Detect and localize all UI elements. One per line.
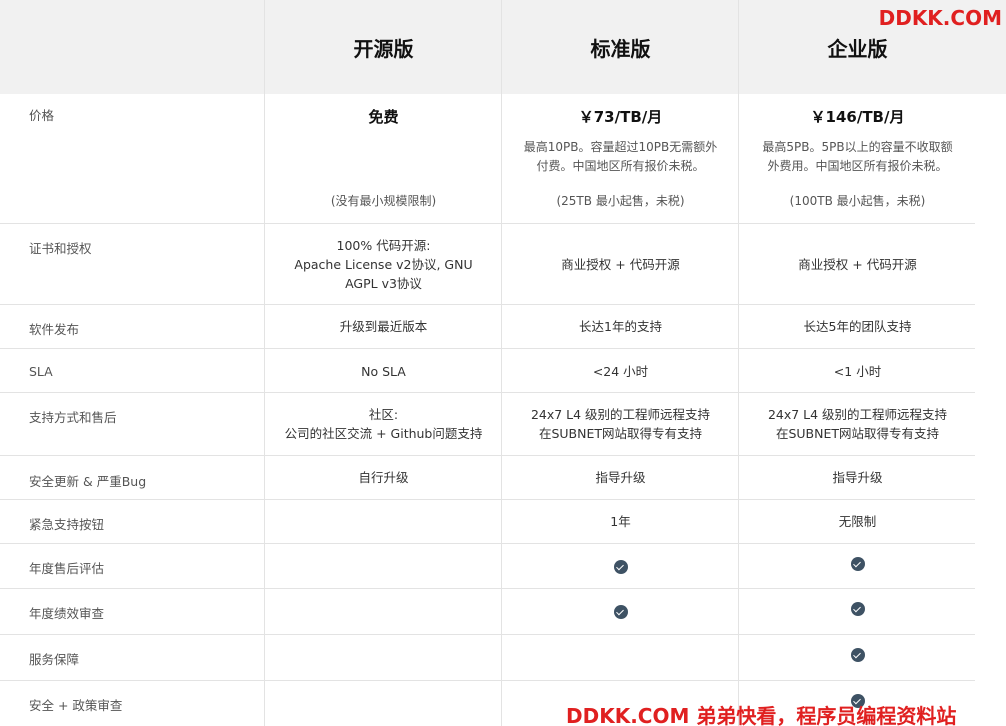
license-enterprise: 商业授权 + 代码开源 [798, 257, 917, 272]
row-divider [0, 634, 975, 635]
price-enterprise-desc: 最高5PB。5PB以上的容量不收取额 外费用。中国地区所有报价未税。 [739, 138, 976, 176]
price-enterprise-value: ￥146/TB/月 [810, 108, 905, 126]
support-enterprise-line: 24x7 L4 级别的工程师远程支持 [767, 407, 948, 422]
row-divider [0, 499, 975, 500]
support-open: 社区: 公司的社区交流 + Github问题支持 [265, 405, 502, 443]
row-label-emergency: 紧急支持按钮 [29, 517, 105, 532]
license-open-line: 100% 代码开源: [336, 238, 431, 253]
emergency-standard: 1年 [610, 514, 631, 529]
row-divider [0, 223, 975, 224]
license-open: 100% 代码开源: Apache License v2协议, GNU AGPL… [265, 236, 502, 293]
price-standard: ￥73/TB/月 [502, 108, 739, 127]
row-label-performance: 年度绩效审查 [29, 606, 105, 621]
row-label-policy: 安全 + 政策审查 [29, 698, 123, 713]
license-open-line: AGPL v3协议 [345, 276, 422, 291]
row-label-support: 支持方式和售后 [29, 410, 117, 425]
support-open-line: 公司的社区交流 + Github问题支持 [284, 426, 483, 441]
annual-review-standard [502, 560, 739, 579]
row-label-license: 证书和授权 [29, 241, 92, 256]
license-open-line: Apache License v2协议, GNU [294, 257, 473, 272]
row-label-price: 价格 [29, 108, 55, 123]
row-label-sla: SLA [29, 364, 53, 379]
release-standard: 长达1年的支持 [579, 319, 662, 334]
security-standard: 指导升级 [595, 470, 646, 485]
price-open-note: (没有最小规模限制) [330, 194, 437, 208]
row-divider [0, 392, 975, 393]
security-enterprise: 指导升级 [832, 470, 883, 485]
performance-standard [502, 605, 739, 624]
watermark-top: DDKK.COM [878, 6, 1002, 30]
support-enterprise: 24x7 L4 级别的工程师远程支持 在SUBNET网站取得专有支持 [739, 405, 976, 443]
annual-review-enterprise [739, 557, 976, 576]
price-enterprise: ￥146/TB/月 [739, 108, 976, 127]
row-label-guarantee: 服务保障 [29, 652, 80, 667]
price-open-value: 免费 [368, 108, 399, 126]
row-divider [0, 543, 975, 544]
check-circle-icon [850, 648, 865, 662]
performance-enterprise [739, 602, 976, 621]
price-standard-value: ￥73/TB/月 [578, 108, 663, 126]
row-divider [0, 348, 975, 349]
check-circle-icon [850, 602, 865, 616]
license-standard: 商业授权 + 代码开源 [561, 257, 680, 272]
price-enterprise-desc-line: 外费用。中国地区所有报价未税。 [767, 159, 948, 173]
price-enterprise-desc-line: 最高5PB。5PB以上的容量不收取额 [762, 140, 953, 154]
check-circle-icon [613, 560, 628, 574]
support-standard-line: 24x7 L4 级别的工程师远程支持 [530, 407, 711, 422]
security-open: 自行升级 [358, 470, 409, 485]
plan-standard-title: 标准版 [590, 36, 651, 61]
row-divider [0, 588, 975, 589]
plan-open-title: 开源版 [353, 36, 414, 61]
price-standard-desc: 最高10PB。容量超过10PB无需额外 付费。中国地区所有报价未税。 [502, 138, 739, 176]
check-circle-icon [850, 557, 865, 571]
price-standard-desc-line: 付费。中国地区所有报价未税。 [536, 159, 705, 173]
price-enterprise-note: (100TB 最小起售，未税) [789, 194, 926, 208]
support-open-line: 社区: [368, 407, 399, 422]
row-divider [0, 680, 975, 681]
price-standard-note: (25TB 最小起售，未税) [556, 194, 685, 208]
row-divider [0, 304, 975, 305]
support-standard-line: 在SUBNET网站取得专有支持 [538, 426, 703, 441]
watermark-bottom: DDKK.COM 弟弟快看，程序员编程资料站 [566, 704, 957, 726]
row-divider [0, 455, 975, 456]
row-label-annual-review: 年度售后评估 [29, 561, 105, 576]
price-open: 免费 [265, 108, 502, 127]
sla-enterprise: <1 小时 [833, 364, 882, 379]
support-standard: 24x7 L4 级别的工程师远程支持 在SUBNET网站取得专有支持 [502, 405, 739, 443]
guarantee-enterprise [739, 648, 976, 667]
row-label-security: 安全更新 & 严重Bug [29, 474, 147, 489]
emergency-enterprise: 无限制 [838, 514, 877, 529]
sla-standard: <24 小时 [592, 364, 649, 379]
sla-open: No SLA [361, 364, 406, 379]
release-open: 升级到最近版本 [339, 319, 428, 334]
check-circle-icon [613, 605, 628, 619]
release-enterprise: 长达5年的团队支持 [803, 319, 912, 334]
support-enterprise-line: 在SUBNET网站取得专有支持 [775, 426, 940, 441]
price-standard-desc-line: 最高10PB。容量超过10PB无需额外 [523, 140, 718, 154]
table-header: 开源版 标准版 企业版 [0, 0, 1006, 94]
row-label-release: 软件发布 [29, 322, 80, 337]
